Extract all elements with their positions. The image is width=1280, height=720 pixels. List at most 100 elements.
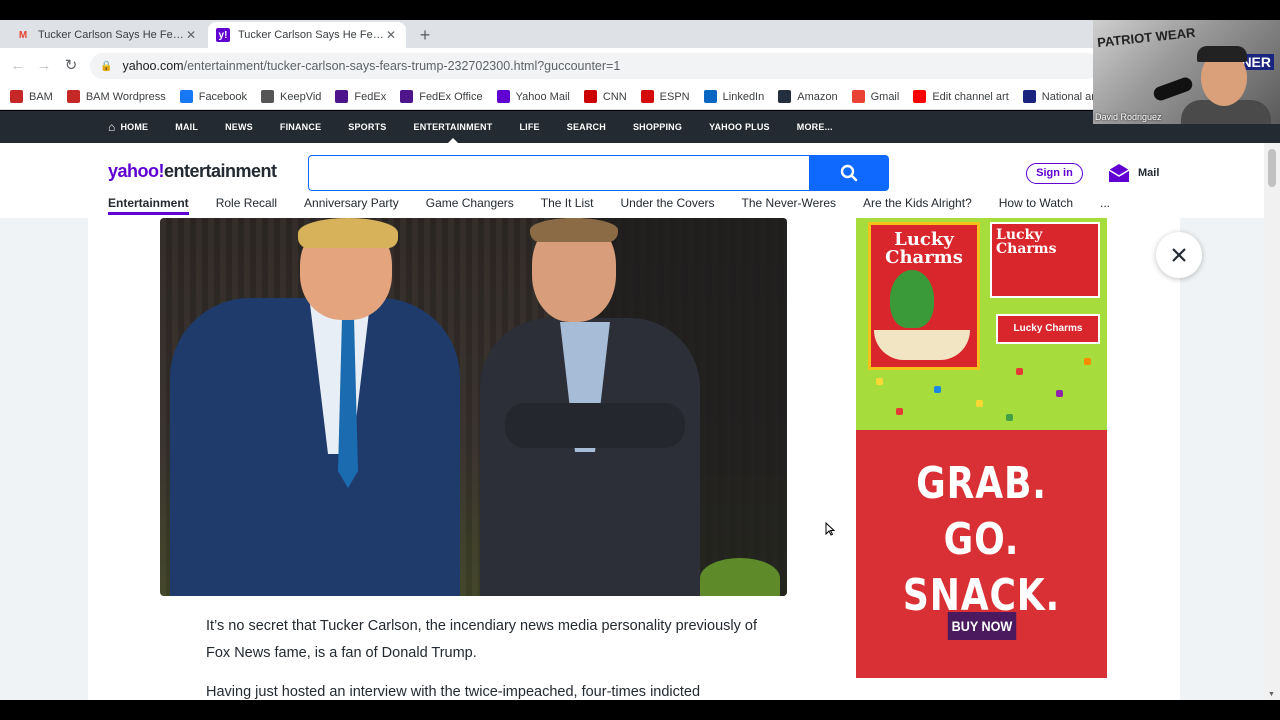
close-tab-icon[interactable]: ✕ [384, 28, 398, 42]
yahoo-nav-label: MORE... [796, 122, 833, 132]
ad-wave-divider [856, 422, 1107, 438]
webcam-overlay: PATRIOT WEAR CORNER David Rodriguez [1093, 20, 1280, 124]
bookmark-label: Edit channel art [932, 90, 1009, 103]
scroll-down-arrow-icon[interactable]: ▼ [1268, 691, 1275, 698]
yahoo-header: yahoo!entertainment Sign in Mail [0, 143, 1264, 203]
buy-now-button[interactable]: BUY NOW [947, 612, 1017, 640]
mascot-image [890, 270, 934, 328]
cereal-bowl-image [874, 330, 970, 360]
yahoo-entertainment-logo[interactable]: yahoo!entertainment [108, 161, 277, 182]
subnav-item[interactable]: Anniversary Party [304, 196, 399, 210]
subnav-item[interactable]: How to Watch [999, 196, 1073, 210]
logo-brand: yahoo! [108, 161, 165, 181]
webcam-name-label: David Rodriguez [1095, 112, 1162, 122]
tab-title: Tucker Carlson Says He Fears for [38, 29, 184, 41]
yahoo-nav-item-yahoo-plus[interactable]: YAHOO PLUS [709, 122, 770, 132]
url-path: /entertainment/tucker-carlson-says-fears… [183, 59, 621, 73]
youtube-icon [913, 90, 927, 103]
bookmark-item[interactable]: Gmail [851, 90, 900, 103]
bookmark-item[interactable]: Facebook [179, 90, 247, 103]
mail-icon[interactable] [1108, 163, 1130, 183]
subnav-item[interactable]: The It List [541, 196, 594, 210]
fedex-icon [335, 90, 349, 103]
bam-icon [66, 90, 80, 103]
subnav-item[interactable]: Entertainment [108, 196, 189, 215]
yahoo-nav-label: SHOPPING [632, 122, 683, 132]
address-bar[interactable]: 🔒 yahoo.com/entertainment/tucker-carlson… [90, 53, 1100, 79]
amazon-icon [778, 90, 792, 103]
forward-arrow-icon[interactable]: → [34, 56, 54, 76]
sign-in-button[interactable]: Sign in [1026, 163, 1083, 184]
bookmark-item[interactable]: Yahoo Mail [496, 90, 570, 103]
bookmark-item[interactable]: ESPN [640, 90, 690, 103]
snack-bar-box: Lucky Charms [990, 222, 1100, 298]
subnav-item[interactable]: Under the Covers [620, 196, 714, 210]
yahoo-nav-label: NEWS [225, 122, 253, 132]
subnav-item[interactable]: Role Recall [216, 196, 277, 210]
yahoo-nav-item-shopping[interactable]: SHOPPING [633, 122, 682, 132]
yahoo-icon [496, 90, 510, 103]
bookmarks-bar: BAM BAM Wordpress Facebook KeepVid FedEx FedE… [0, 84, 1280, 110]
bookmark-label: CNN [602, 90, 627, 103]
advertisement[interactable]: Lucky Charms Lucky Charms Lucky Charms G… [856, 218, 1107, 678]
yahoo-nav-item-search[interactable]: SEARCH [567, 122, 606, 132]
letterbox-bottom [0, 700, 1280, 720]
mail-link[interactable]: Mail [1138, 167, 1159, 179]
bookmark-item[interactable]: LinkedIn [703, 90, 764, 103]
subnav-item[interactable]: Are the Kids Alright? [863, 196, 972, 210]
yahoo-nav-item-life[interactable]: LIFE [519, 122, 539, 132]
tab-title: Tucker Carlson Says He Fears for [238, 29, 384, 41]
bookmark-item[interactable]: Amazon [778, 90, 838, 103]
facebook-icon [179, 90, 193, 103]
bookmark-item[interactable]: FedEx Office [400, 90, 483, 103]
yahoo-nav-label: SEARCH [566, 122, 606, 132]
screen: M Tucker Carlson Says He Fears for ✕ y! … [0, 0, 1280, 720]
ad-headline: GRAB. GO. SNACK. [879, 456, 1085, 624]
bookmark-item[interactable]: CNN [583, 90, 627, 103]
browser-tab-active[interactable]: y! Tucker Carlson Says He Fears for ✕ [208, 22, 406, 48]
yahoo-nav-item-more[interactable]: MORE... [797, 122, 833, 132]
bookmark-item[interactable]: KeepVid [261, 90, 321, 103]
back-arrow-icon[interactable]: ← [8, 56, 28, 76]
yahoo-nav-item-finance[interactable]: FINANCE [280, 122, 321, 132]
search-button[interactable] [809, 155, 889, 191]
close-ad-button[interactable] [1156, 232, 1202, 278]
lock-icon: 🔒 [100, 60, 113, 72]
yahoo-nav-item-sports[interactable]: SPORTS [348, 122, 386, 132]
article-photo [160, 218, 787, 596]
yahoo-nav-label: FINANCE [279, 122, 322, 132]
ad-brand-text: Lucky Charms [885, 229, 963, 268]
bookmark-item[interactable]: BAM Wordpress [66, 90, 166, 103]
bookmark-item[interactable]: Edit channel art [913, 90, 1009, 103]
browser-tab[interactable]: M Tucker Carlson Says He Fears for ✕ [8, 22, 206, 48]
scrollbar-thumb[interactable] [1268, 149, 1276, 187]
new-tab-button[interactable]: + [414, 24, 436, 46]
reload-icon[interactable]: ↻ [61, 56, 81, 76]
yahoo-nav-label: HOME [120, 122, 149, 132]
search-icon [840, 164, 858, 182]
yahoo-top-nav: ⌂ HOME MAIL NEWS FINANCE SPORTS ENTERTAINMENT L… [0, 111, 1280, 143]
search-input[interactable] [308, 155, 810, 191]
bookmark-label: Gmail [870, 90, 900, 103]
bookmark-label: FedEx [354, 90, 387, 103]
yahoo-nav-item-home[interactable]: ⌂ HOME [108, 120, 148, 134]
gmail-icon [851, 90, 865, 103]
close-tab-icon[interactable]: ✕ [184, 28, 198, 42]
yahoo-nav-item-entertainment[interactable]: ENTERTAINMENT [414, 122, 493, 143]
subnav-item[interactable]: Game Changers [426, 196, 514, 210]
bam-icon [10, 90, 23, 103]
page-scrollbar[interactable]: ▼ [1264, 143, 1280, 700]
espn-icon [640, 90, 654, 103]
patriot-wear-sign: PATRIOT WEAR [1096, 24, 1196, 51]
bookmark-label: KeepVid [280, 90, 322, 103]
subnav-item[interactable]: The Never-Weres [742, 196, 836, 210]
subnav-item[interactable]: ... [1100, 196, 1110, 210]
yahoo-nav-item-mail[interactable]: MAIL [175, 122, 198, 132]
bookmark-label: Amazon [797, 90, 838, 103]
bookmark-item[interactable]: FedEx [335, 90, 386, 103]
browser-tab-strip: M Tucker Carlson Says He Fears for ✕ y! … [0, 20, 1280, 48]
bookmark-label: BAM [29, 90, 53, 103]
yahoo-nav-item-news[interactable]: NEWS [225, 122, 253, 132]
bookmark-item[interactable]: BAM [10, 90, 53, 103]
bookmark-label: BAM Wordpress [85, 90, 166, 103]
